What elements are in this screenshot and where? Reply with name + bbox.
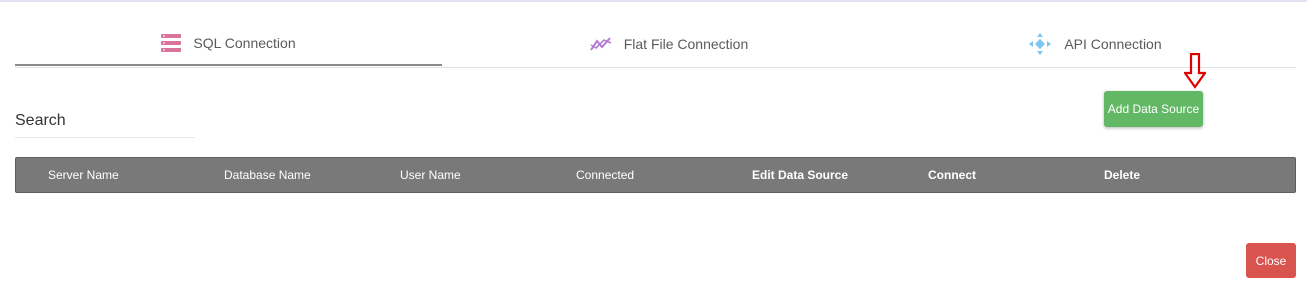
search-field[interactable]: Search [15, 110, 195, 138]
chart-line-icon [589, 36, 612, 52]
tab-flat-file-connection[interactable]: Flat File Connection [469, 22, 869, 66]
column-header-user-name[interactable]: User Name [400, 158, 461, 192]
tab-sql-connection[interactable]: SQL Connection [15, 22, 442, 66]
column-header-database-name[interactable]: Database Name [224, 158, 311, 192]
tab-label: SQL Connection [193, 35, 296, 51]
dialog-top-border [0, 0, 1307, 2]
down-arrow-icon [1182, 52, 1208, 94]
tab-api-connection[interactable]: API Connection [895, 22, 1295, 66]
column-header-server-name[interactable]: Server Name [48, 158, 119, 192]
column-header-connected[interactable]: Connected [576, 158, 634, 192]
column-header-delete: Delete [1104, 168, 1141, 182]
connection-tabs: SQL Connection Flat File Connection API … [15, 22, 1296, 68]
close-button[interactable]: Close [1246, 243, 1296, 278]
add-data-source-button[interactable]: Add Data Source [1104, 91, 1203, 127]
search-label: Search [15, 112, 66, 129]
database-icon [161, 34, 182, 52]
column-header-connect: Connect [928, 168, 976, 182]
tab-label: Flat File Connection [623, 36, 749, 52]
grid-header: Server Name Database Name User Name Conn… [15, 157, 1296, 193]
column-header-edit-data-source: Edit Data Source [752, 168, 849, 182]
tab-label: API Connection [1064, 36, 1162, 52]
api-nodes-icon [1028, 32, 1052, 56]
